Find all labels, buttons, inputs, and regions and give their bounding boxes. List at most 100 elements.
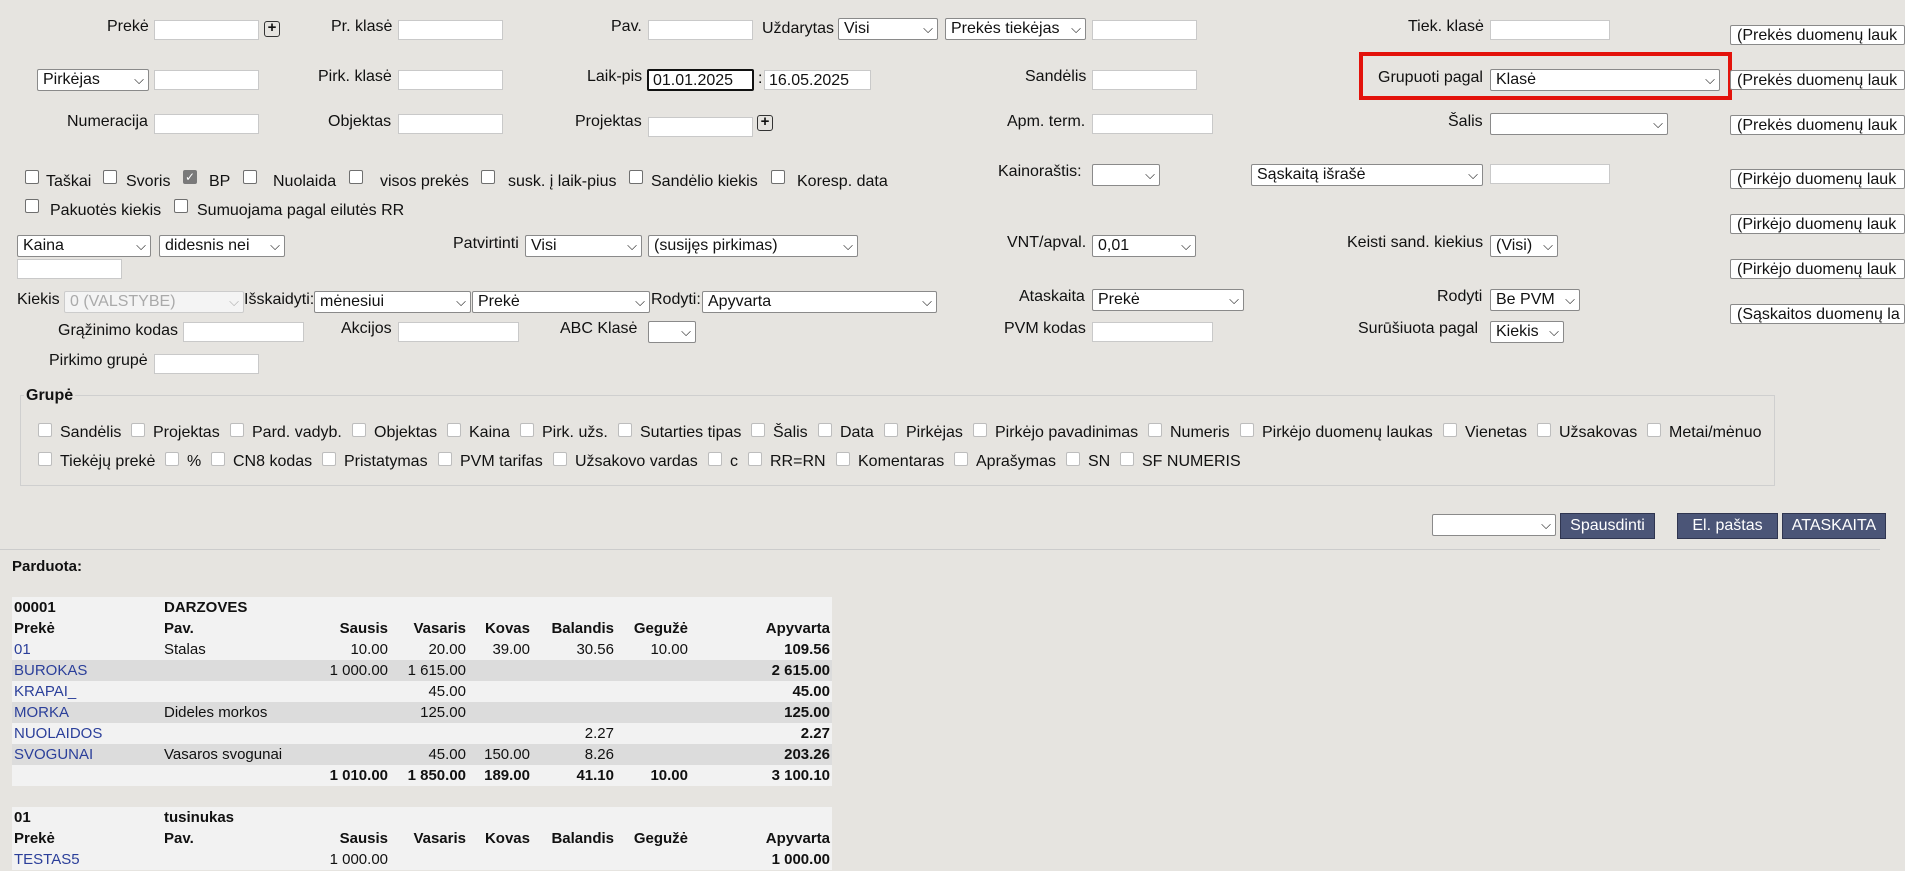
grupe-option-checkbox[interactable] [230, 423, 244, 437]
pirkejo-duomenu-laukas-2[interactable]: (Pirkėjo duomenų lauk [1730, 214, 1905, 234]
prekes-duomenu-laukas-3[interactable]: (Prekės duomenų lauk [1730, 115, 1905, 135]
akcijos-input[interactable] [398, 322, 519, 342]
date-from-input[interactable]: 01.01.2025 [647, 69, 754, 91]
saskaitos-duomenu-laukas[interactable]: (Sąskaitos duomenų la [1730, 304, 1905, 324]
saskaita-israse-select[interactable]: Sąskaitą išrašė ⌵ [1251, 164, 1483, 186]
grupe-option-checkbox[interactable] [1537, 423, 1551, 437]
grupe-option-checkbox[interactable] [1240, 423, 1254, 437]
grupe-option-checkbox[interactable] [884, 423, 898, 437]
kaina-select[interactable]: Kaina ⌵ [17, 235, 151, 257]
item-code-link[interactable]: SVOGUNAI [12, 744, 162, 765]
saskaita-israse-input[interactable] [1490, 164, 1610, 184]
nuolaida-checkbox[interactable] [243, 170, 257, 184]
print-button[interactable]: Spausdinti [1560, 513, 1655, 539]
didesnis-nei-select[interactable]: didesnis nei ⌵ [159, 235, 285, 257]
email-button[interactable]: El. paštas [1677, 513, 1778, 539]
grupe-option-checkbox[interactable] [438, 452, 452, 466]
add-projektas-icon[interactable]: + [757, 114, 773, 131]
item-code-link[interactable]: BUROKAS [12, 660, 162, 681]
isskaidyti-select-2[interactable]: Prekė ⌵ [472, 291, 650, 313]
pirkejas-input[interactable] [154, 70, 259, 90]
print-format-select[interactable]: ⌵ [1432, 514, 1556, 536]
grupe-option-checkbox[interactable] [1443, 423, 1457, 437]
numeracija-input[interactable] [154, 114, 259, 134]
add-preke-icon[interactable]: + [264, 20, 280, 37]
grupe-option-checkbox[interactable] [1148, 423, 1162, 437]
pirk-klase-input[interactable] [398, 70, 503, 90]
pvm-kodas-input[interactable] [1092, 322, 1213, 342]
grupe-option-checkbox[interactable] [38, 423, 52, 437]
date-to-input[interactable]: 16.05.2025 [764, 70, 871, 90]
bp-checkbox[interactable]: ✓ [183, 170, 197, 184]
col-apyvarta: Apyvarta [690, 618, 832, 639]
apm-term-input[interactable] [1092, 114, 1213, 134]
pirkejo-duomenu-laukas-1[interactable]: (Pirkėjo duomenų lauk [1730, 169, 1905, 189]
pakuotes-kiekis-checkbox[interactable] [25, 199, 39, 213]
surusiuota-select[interactable]: Kiekis ⌵ [1490, 321, 1564, 343]
taskai-checkbox[interactable] [25, 170, 39, 184]
sandelis-input[interactable] [1092, 70, 1197, 90]
grupe-option-checkbox[interactable] [1120, 452, 1134, 466]
report-button[interactable]: ATASKAITA [1782, 513, 1886, 539]
item-code-link[interactable]: MORKA [12, 702, 162, 723]
grupe-option-checkbox[interactable] [618, 423, 632, 437]
pr-klase-input[interactable] [398, 20, 503, 40]
ataskaita-select[interactable]: Prekė ⌵ [1092, 289, 1244, 311]
item-code-link[interactable]: KRAPAI_ [12, 681, 162, 702]
grupuoti-pagal-select[interactable]: Klasė ⌵ [1490, 69, 1720, 91]
grupe-option-checkbox[interactable] [1647, 423, 1661, 437]
item-code-link[interactable]: 01 [12, 639, 162, 660]
susk-checkbox[interactable] [481, 170, 495, 184]
visos-prekes-checkbox[interactable] [349, 170, 363, 184]
abc-klase-select[interactable]: ⌵ [648, 321, 696, 343]
projektas-input[interactable] [648, 117, 753, 137]
grupe-option-checkbox[interactable] [38, 452, 52, 466]
pirkejo-duomenu-laukas-3[interactable]: (Pirkėjo duomenų lauk [1730, 259, 1905, 279]
grupe-option-checkbox[interactable] [973, 423, 987, 437]
grupe-option-checkbox[interactable] [1066, 452, 1080, 466]
svoris-checkbox[interactable] [103, 170, 117, 184]
susijes-pirkimas-select[interactable]: (susijęs pirkimas) ⌵ [648, 235, 858, 257]
kaina-value-input[interactable] [17, 259, 122, 279]
chevron-down-icon: ⌵ [1181, 238, 1191, 253]
prekes-tiekejas-select[interactable]: Prekės tiekėjas ⌵ [945, 18, 1086, 40]
grazinimo-kodas-input[interactable] [183, 322, 304, 342]
patvirtinti-select[interactable]: Visi ⌵ [525, 235, 642, 257]
isskaidyti-select[interactable]: mėnesiui ⌵ [314, 291, 471, 313]
grupe-option-checkbox[interactable] [553, 452, 567, 466]
grupe-option-checkbox[interactable] [447, 423, 461, 437]
vnt-apval-select[interactable]: 0,01 ⌵ [1092, 235, 1196, 257]
pirkejas-select[interactable]: Pirkėjas ⌵ [37, 69, 149, 91]
grupe-option-checkbox[interactable] [954, 452, 968, 466]
grupe-option-checkbox[interactable] [751, 423, 765, 437]
tiek-klase-input[interactable] [1490, 20, 1610, 40]
salis-select[interactable]: ⌵ [1490, 113, 1668, 135]
sumuojama-checkbox[interactable] [174, 199, 188, 213]
keisti-sand-select[interactable]: (Visi) ⌵ [1490, 235, 1558, 257]
sandelio-kiekis-checkbox[interactable] [629, 170, 643, 184]
tiekejas-input[interactable] [1092, 20, 1197, 40]
rodyti2-select[interactable]: Be PVM ⌵ [1490, 289, 1580, 311]
uzdarytas-select[interactable]: Visi ⌵ [838, 18, 938, 40]
koresp-data-checkbox[interactable] [771, 170, 785, 184]
objektas-input[interactable] [398, 114, 503, 134]
grupe-option-checkbox[interactable] [211, 452, 225, 466]
grupe-option-checkbox[interactable] [708, 452, 722, 466]
item-code-link[interactable]: TESTAS5 [12, 849, 162, 870]
grupe-option-checkbox[interactable] [352, 423, 366, 437]
grupe-option-checkbox[interactable] [748, 452, 762, 466]
grupe-option-checkbox[interactable] [836, 452, 850, 466]
grupe-option-checkbox[interactable] [520, 423, 534, 437]
grupe-option-checkbox[interactable] [322, 452, 336, 466]
prekes-duomenu-laukas-2[interactable]: (Prekės duomenų lauk [1730, 70, 1905, 90]
prekes-duomenu-laukas-1[interactable]: (Prekės duomenų lauk [1730, 25, 1905, 45]
pav-input[interactable] [648, 20, 753, 40]
grupe-option-checkbox[interactable] [165, 452, 179, 466]
grupe-option-checkbox[interactable] [818, 423, 832, 437]
item-code-link[interactable]: NUOLAIDOS [12, 723, 162, 744]
grupe-option-checkbox[interactable] [131, 423, 145, 437]
pirkimo-grupe-input[interactable] [154, 354, 259, 374]
preke-input[interactable] [154, 20, 259, 40]
kainorastis-select[interactable]: ⌵ [1092, 164, 1160, 186]
rodyti-select[interactable]: Apyvarta ⌵ [702, 291, 937, 313]
